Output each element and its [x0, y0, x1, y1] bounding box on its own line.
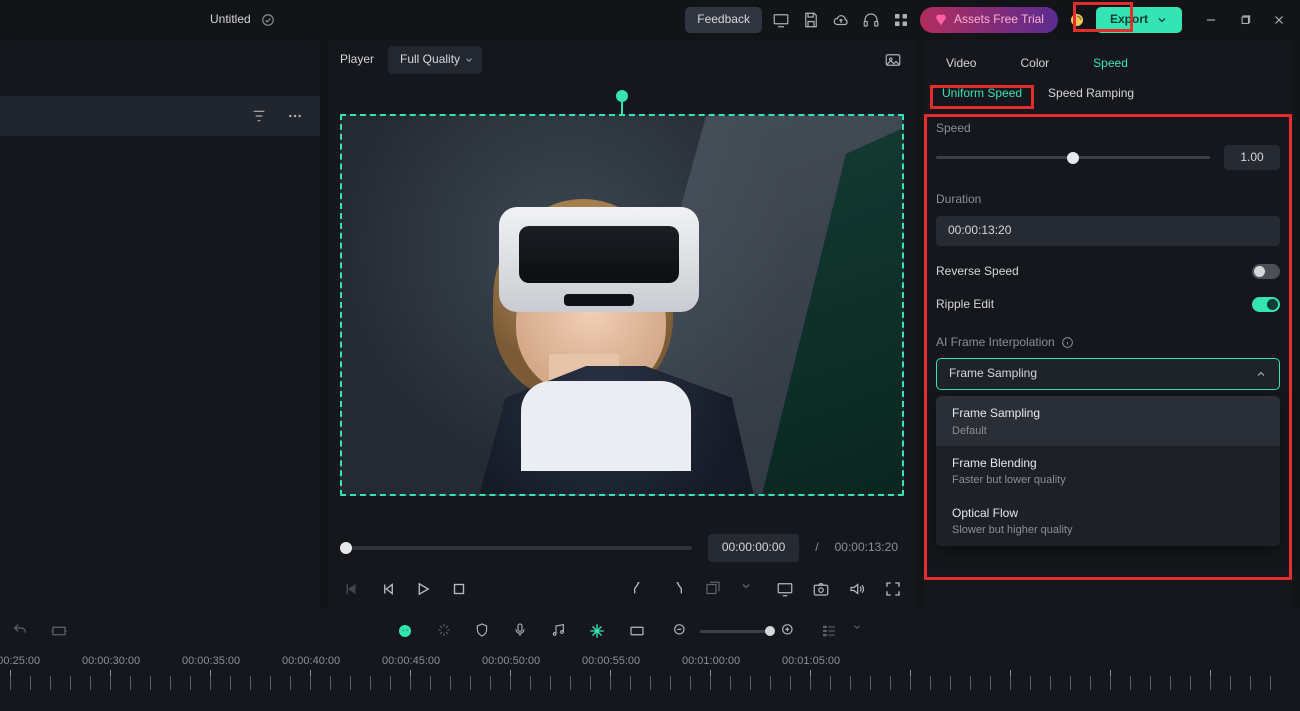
export-button[interactable]: Export: [1096, 7, 1182, 33]
undo-icon[interactable]: [12, 622, 28, 640]
frame-interpolation-options: Frame Sampling Default Frame Blending Fa…: [936, 396, 1280, 546]
speed-label: Speed: [936, 121, 1280, 137]
time-separator: /: [815, 540, 818, 556]
tab-speed[interactable]: Speed: [1089, 54, 1132, 74]
playhead-marker-icon[interactable]: [616, 90, 628, 102]
assets-trial-button[interactable]: Assets Free Trial: [920, 7, 1058, 33]
step-back-icon[interactable]: [378, 580, 396, 598]
chevron-down-icon: [1156, 14, 1168, 26]
chevron-down-icon[interactable]: [852, 622, 870, 640]
headphones-icon[interactable]: [860, 9, 882, 31]
player-panel: Player Full Quality: [328, 40, 916, 608]
duration-label: Duration: [936, 192, 1280, 208]
enhance-icon[interactable]: [588, 622, 606, 640]
scrub-thumb[interactable]: [340, 542, 352, 554]
frame-interpolation-select[interactable]: Frame Sampling: [936, 358, 1280, 390]
ratio-icon[interactable]: [704, 580, 722, 598]
project-title: Untitled: [210, 12, 251, 28]
reverse-speed-toggle[interactable]: [1252, 264, 1280, 279]
mark-in-icon[interactable]: [632, 580, 650, 598]
aspect-icon[interactable]: [628, 622, 646, 640]
play-icon[interactable]: [414, 580, 432, 598]
video-preview[interactable]: [340, 114, 904, 496]
topbar: Untitled Feedback Assets Free Trial: [0, 0, 1300, 40]
window-restore-icon[interactable]: [1234, 9, 1256, 31]
display-icon[interactable]: [776, 580, 794, 598]
assets-trial-label: Assets Free Trial: [954, 12, 1044, 28]
device-icon[interactable]: [770, 9, 792, 31]
mark-out-icon[interactable]: [668, 580, 686, 598]
subtab-uniform-speed[interactable]: Uniform Speed: [942, 86, 1022, 102]
fullscreen-icon[interactable]: [884, 580, 902, 598]
prev-clip-icon[interactable]: [342, 580, 360, 598]
option-frame-blending[interactable]: Frame Blending Faster but lower quality: [936, 446, 1280, 496]
save-icon[interactable]: [800, 9, 822, 31]
ruler-mark: 00:01:05:00: [810, 654, 910, 704]
reverse-speed-label: Reverse Speed: [936, 264, 1019, 280]
window-minimize-icon[interactable]: [1200, 9, 1222, 31]
speed-slider-thumb[interactable]: [1067, 152, 1079, 164]
tab-video[interactable]: Video: [942, 54, 980, 74]
preview-scene: [342, 116, 902, 494]
cloud-icon[interactable]: [830, 9, 852, 31]
timeline-zoom[interactable]: [672, 622, 798, 640]
credits-coin-icon[interactable]: [1066, 9, 1088, 31]
ripple-edit-toggle[interactable]: [1252, 297, 1280, 312]
current-time: 00:00:00:00: [708, 534, 799, 562]
zoom-out-icon[interactable]: [672, 622, 690, 640]
microphone-icon[interactable]: [512, 622, 528, 640]
speed-slider[interactable]: [936, 156, 1210, 159]
export-label: Export: [1110, 12, 1148, 28]
total-time: 00:00:13:20: [835, 540, 898, 556]
frame-interpolation-value: Frame Sampling: [949, 366, 1037, 382]
quality-value: Full Quality: [400, 52, 460, 68]
crop-icon[interactable]: [50, 622, 68, 640]
ai-interpolation-label: AI Frame Interpolation: [936, 335, 1055, 351]
feedback-button[interactable]: Feedback: [685, 7, 762, 33]
zoom-in-icon[interactable]: [780, 622, 798, 640]
duration-input[interactable]: 00:00:13:20: [936, 216, 1280, 246]
scrub-track[interactable]: [346, 546, 692, 550]
chevron-up-icon: [1255, 368, 1267, 380]
info-icon[interactable]: [1061, 336, 1074, 349]
media-library-panel: [0, 40, 320, 608]
chevron-down-icon: [464, 55, 474, 65]
timeline-panel: 00:00:25:0000:00:30:0000:00:35:0000:00:4…: [0, 608, 1300, 711]
ai-avatar-icon[interactable]: [396, 622, 414, 640]
tab-color[interactable]: Color: [1016, 54, 1053, 74]
option-frame-sampling[interactable]: Frame Sampling Default: [936, 396, 1280, 446]
saved-indicator-icon: [261, 13, 275, 27]
snapshot-icon[interactable]: [812, 580, 830, 598]
music-icon[interactable]: [550, 622, 566, 640]
more-icon[interactable]: [284, 105, 306, 127]
inspector-panel: Video Color Speed Uniform Speed Speed Ra…: [924, 40, 1292, 608]
player-label: Player: [340, 52, 374, 68]
timeline-ruler[interactable]: 00:00:25:0000:00:30:0000:00:35:0000:00:4…: [10, 654, 1290, 704]
apps-grid-icon[interactable]: [890, 9, 912, 31]
filter-icon[interactable]: [248, 105, 270, 127]
sparkle-icon[interactable]: [436, 622, 452, 640]
subtab-speed-ramping[interactable]: Speed Ramping: [1048, 86, 1134, 102]
volume-icon[interactable]: [848, 580, 866, 598]
speed-value[interactable]: 1.00: [1224, 145, 1280, 171]
diamond-icon: [934, 13, 948, 27]
stop-icon[interactable]: [450, 580, 468, 598]
shield-icon[interactable]: [474, 622, 490, 640]
image-preview-icon[interactable]: [882, 49, 904, 71]
quality-dropdown[interactable]: Full Quality: [388, 46, 482, 74]
window-close-icon[interactable]: [1268, 9, 1290, 31]
track-layers-icon[interactable]: [820, 622, 838, 640]
ripple-edit-label: Ripple Edit: [936, 297, 994, 313]
chevron-down-icon[interactable]: [740, 580, 758, 598]
option-optical-flow[interactable]: Optical Flow Slower but higher quality: [936, 496, 1280, 546]
